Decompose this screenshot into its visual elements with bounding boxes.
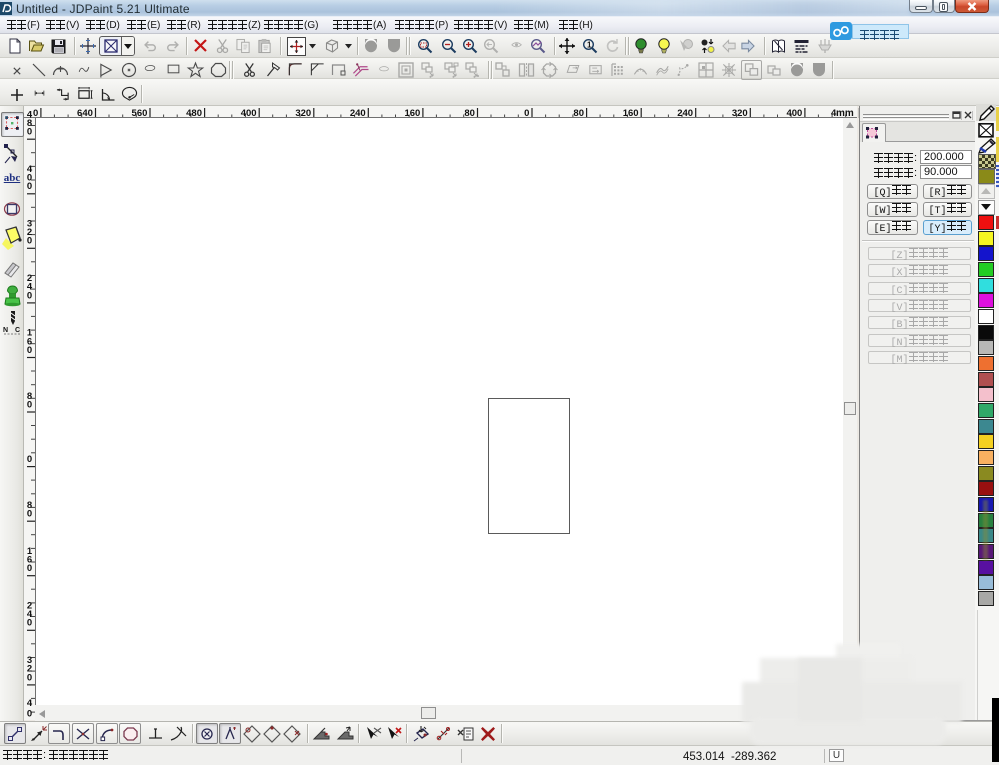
svg-text:4: 4: [27, 698, 33, 709]
svg-text:0: 0: [27, 563, 32, 574]
svg-text:C: C: [15, 327, 20, 334]
svg-text:0: 0: [27, 181, 32, 192]
svg-text:0: 0: [27, 672, 32, 683]
svg-text:0: 0: [27, 618, 32, 629]
svg-text:0: 0: [27, 236, 32, 247]
svg-text:1: 1: [587, 41, 592, 50]
svg-text:N: N: [3, 327, 8, 334]
svg-text:0: 0: [27, 454, 32, 465]
svg-text:0: 0: [27, 290, 32, 301]
svg-text:0: 0: [27, 345, 32, 356]
svg-text:0: 0: [27, 127, 32, 138]
svg-text:0: 0: [27, 709, 32, 720]
svg-text:0: 0: [27, 399, 32, 410]
svg-text:0: 0: [27, 509, 32, 520]
